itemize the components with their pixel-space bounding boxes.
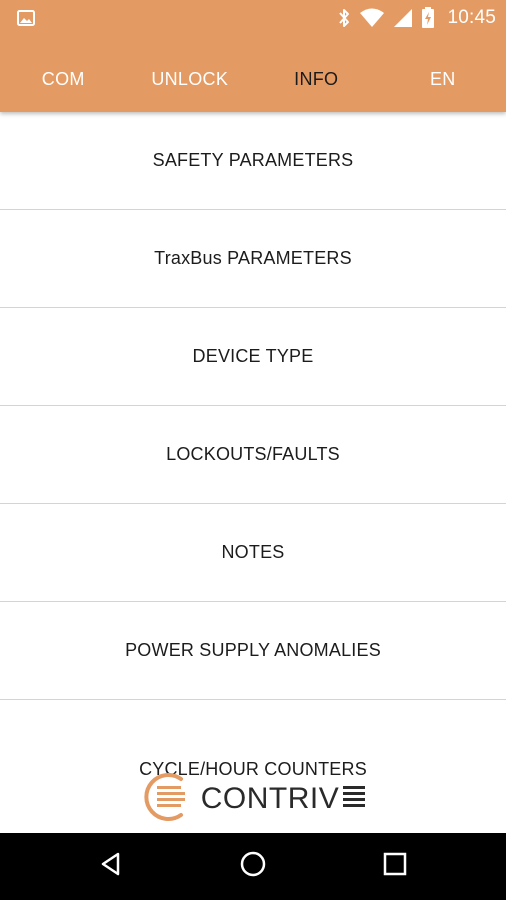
status-clock: 10:45 [447, 7, 496, 28]
top-app-bar: 10:45 COM UNLOCK INFO EN [0, 0, 506, 112]
menu-item-lockouts-faults[interactable]: LOCKOUTS/FAULTS [0, 406, 506, 504]
menu-item-traxbus-parameters[interactable]: TraxBus PARAMETERS [0, 210, 506, 308]
system-nav-bar [0, 833, 506, 900]
wifi-icon [359, 8, 385, 28]
logo-mark-icon [141, 769, 197, 830]
tab-bar: COM UNLOCK INFO EN [0, 46, 506, 112]
back-icon [97, 850, 125, 883]
status-bar: 10:45 [0, 0, 506, 36]
home-button[interactable] [223, 837, 283, 897]
menu-item-safety-parameters[interactable]: SAFETY PARAMETERS [0, 112, 506, 210]
info-menu-list: SAFETY PARAMETERS TraxBus PARAMETERS DEV… [0, 112, 506, 780]
app-screen: 10:45 COM UNLOCK INFO EN SAFETY PARAMETE… [0, 0, 506, 900]
tab-info[interactable]: INFO [253, 46, 380, 112]
menu-item-device-type[interactable]: DEVICE TYPE [0, 308, 506, 406]
back-button[interactable] [81, 837, 141, 897]
tab-com[interactable]: COM [0, 46, 127, 112]
bluetooth-icon [337, 7, 351, 29]
recents-icon [382, 851, 408, 882]
recents-button[interactable] [365, 837, 425, 897]
logo-text: CONTRIV [200, 782, 340, 815]
tab-unlock[interactable]: UNLOCK [127, 46, 254, 112]
tab-language[interactable]: EN [380, 46, 506, 112]
contrive-logo: CONTRIV [0, 768, 506, 830]
signal-icon [393, 8, 413, 28]
home-icon [238, 849, 268, 884]
menu-item-power-supply-anomalies[interactable]: POWER SUPPLY ANOMALIES [0, 602, 506, 700]
battery-charging-icon [421, 7, 435, 29]
menu-item-notes[interactable]: NOTES [0, 504, 506, 602]
status-icons: 10:45 [337, 6, 496, 30]
logo-e-icon [343, 784, 366, 815]
logo-inner: CONTRIV [141, 769, 366, 830]
image-icon [16, 8, 36, 28]
